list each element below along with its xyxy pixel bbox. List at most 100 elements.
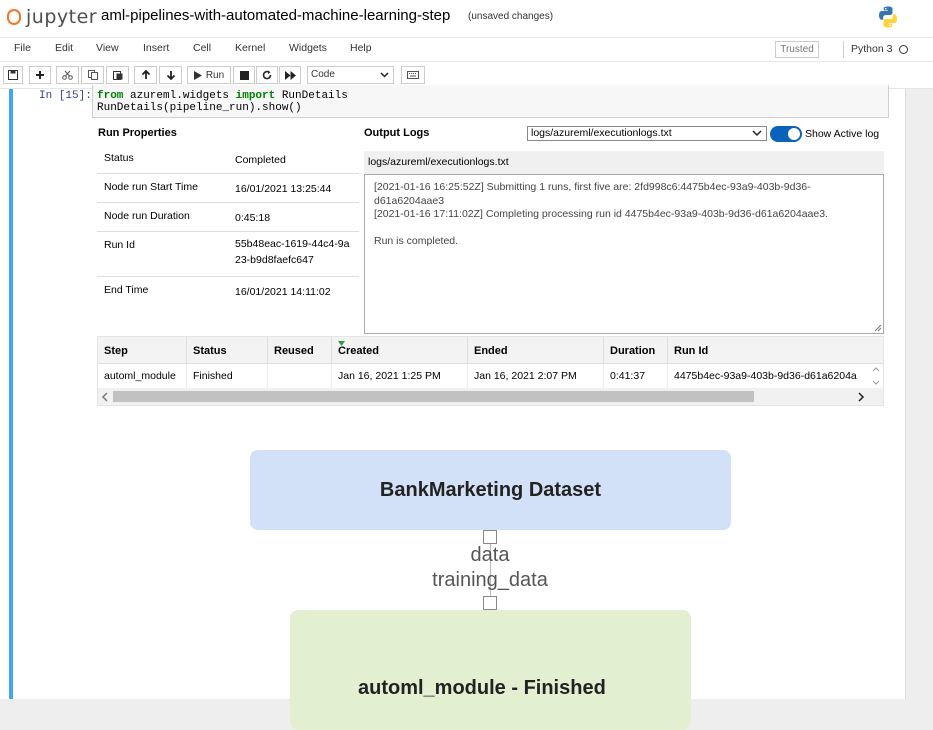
jupyter-logo[interactable]: jupyter	[6, 6, 97, 28]
menu-file[interactable]: File	[14, 42, 31, 54]
move-up-button[interactable]	[134, 66, 157, 84]
graph-node-module-label: automl_module - Finished	[358, 677, 606, 699]
property-row: Node run Duration 0:45:18	[97, 203, 359, 232]
table-cell: 4475b4ec-93a9-403b-9d36-d61a6204a	[674, 370, 857, 382]
column-header-created[interactable]: Created	[332, 337, 468, 364]
log-header: logs/azureml/executionlogs.txt	[364, 151, 884, 174]
log-file-value: logs/azureml/executionlogs.txt	[531, 127, 672, 139]
logo-text: jupyter	[26, 6, 98, 28]
property-row: End Time 16/01/2021 14:11:02	[104, 284, 331, 298]
run-label: Run	[205, 69, 225, 81]
edge-label-input: training_data	[432, 569, 548, 591]
property-row: Status Completed	[97, 145, 359, 174]
table-cell	[268, 364, 332, 388]
notebook-title[interactable]: aml-pipelines-with-automated-machine-lea…	[101, 7, 450, 24]
run-properties-table: Status Completed Node run Start Time 16/…	[97, 145, 359, 306]
show-active-log-label: Show Active log	[805, 128, 880, 140]
notebook-container: In [15]: from azureml.widgets import Run…	[0, 85, 905, 730]
restart-button[interactable]	[256, 66, 278, 84]
log-file-select[interactable]: logs/azureml/executionlogs.txt	[527, 126, 767, 141]
column-header-duration[interactable]: Duration	[604, 337, 668, 364]
toggle-knob	[788, 128, 800, 140]
restart-run-all-button[interactable]	[279, 66, 301, 84]
steps-table: Step Status Reused Created Ended Duratio…	[97, 336, 884, 406]
show-active-log-toggle[interactable]	[770, 126, 802, 142]
code-line-2: RunDetails(pipeline_run).show()	[97, 102, 302, 114]
code-editor[interactable]: from azureml.widgets import RunDetails R…	[92, 85, 889, 118]
log-output[interactable]: [2021-01-16 16:25:52Z] Submitting 1 runs…	[364, 174, 884, 334]
table-cell: automl_module	[98, 364, 187, 388]
chevron-down-icon	[752, 130, 762, 137]
copy-icon	[87, 70, 98, 80]
trusted-indicator[interactable]: Trusted	[775, 41, 819, 58]
property-row: Node run Start Time 16/01/2021 13:25:44	[97, 174, 359, 203]
output-logs-title: Output Logs	[364, 127, 430, 139]
output-port	[483, 530, 497, 544]
column-header-reused[interactable]: Reused	[268, 337, 332, 364]
graph-node-dataset[interactable]: BankMarketing Dataset	[250, 450, 731, 530]
horizontal-scrollbar[interactable]	[98, 388, 883, 405]
code-line-1: from azureml.widgets import RunDetails	[97, 90, 348, 102]
keyboard-icon	[407, 71, 419, 79]
header: jupyter aml-pipelines-with-automated-mac…	[0, 0, 933, 37]
insert-cell-button[interactable]	[29, 66, 51, 84]
scissors-icon	[62, 70, 73, 80]
column-header-ended[interactable]: Ended	[468, 337, 604, 364]
menu-edit[interactable]: Edit	[55, 42, 73, 54]
paste-icon	[112, 71, 122, 80]
column-header-run-id[interactable]: Run Id	[668, 337, 883, 364]
resize-handle-icon[interactable]	[874, 324, 882, 332]
fast-forward-icon	[284, 70, 296, 80]
move-down-button[interactable]	[159, 66, 182, 84]
chevron-down-icon	[380, 72, 389, 78]
vertical-scroll-arrows-icon[interactable]	[872, 365, 880, 387]
interrupt-button[interactable]	[233, 66, 255, 84]
table-cell: Jan 16, 2021 1:25 PM	[332, 364, 468, 388]
menu-widgets[interactable]: Widgets	[289, 42, 327, 54]
command-palette-button[interactable]	[401, 66, 425, 84]
menu-view[interactable]: View	[96, 42, 119, 54]
jupyter-logo-icon	[6, 7, 22, 27]
python-logo-icon	[879, 6, 897, 28]
menu-insert[interactable]: Insert	[143, 42, 169, 54]
table-header: Step Status Reused Created Ended Duratio…	[98, 337, 883, 364]
cell-prompt: In [15]:	[39, 90, 92, 102]
arrow-down-icon	[166, 71, 175, 80]
page-scrollbar[interactable]	[905, 89, 933, 699]
chevron-right-icon[interactable]	[857, 392, 865, 402]
log-line: [2021-01-16 17:11:02Z] Completing proces…	[374, 208, 828, 220]
log-line: Run is completed.	[374, 234, 459, 247]
kernel-separator	[843, 41, 844, 58]
run-properties-title: Run Properties	[98, 127, 177, 139]
table-cell: Finished	[187, 364, 268, 388]
sort-indicator-icon	[338, 341, 345, 346]
save-button[interactable]	[3, 66, 23, 84]
table-cell: Jan 16, 2021 2:07 PM	[468, 364, 604, 388]
menu-kernel[interactable]: Kernel	[235, 42, 265, 54]
column-header-status[interactable]: Status	[187, 337, 268, 364]
plus-icon	[36, 71, 44, 79]
paste-button[interactable]	[106, 66, 129, 84]
cell-type-select[interactable]: Code	[307, 66, 394, 84]
copy-button[interactable]	[81, 66, 104, 84]
menubar: File Edit View Insert Cell Kernel Widget…	[0, 37, 933, 62]
menu-help[interactable]: Help	[350, 42, 372, 54]
table-cell: 0:41:37	[604, 364, 668, 388]
input-port	[483, 596, 497, 610]
arrow-up-icon	[141, 70, 150, 79]
cut-button[interactable]	[56, 66, 79, 84]
scrollbar-thumb[interactable]	[113, 391, 754, 402]
menu-cell[interactable]: Cell	[193, 42, 211, 54]
save-icon	[8, 70, 18, 80]
play-icon	[193, 70, 202, 80]
kernel-status-icon	[899, 45, 908, 54]
chevron-left-icon[interactable]	[101, 392, 109, 402]
kernel-name[interactable]: Python 3	[851, 43, 892, 55]
selected-cell-indicator	[9, 89, 13, 699]
run-button[interactable]: Run	[187, 66, 231, 84]
property-row: Run Id 55b48eac-1619-44c4-9a23-b9d8faefc…	[97, 232, 359, 277]
graph-node-module[interactable]	[290, 610, 691, 730]
log-line: [2021-01-16 16:25:52Z] Submitting 1 runs…	[374, 181, 811, 207]
column-header-step[interactable]: Step	[98, 337, 187, 364]
edge-label-output: data	[470, 544, 510, 566]
